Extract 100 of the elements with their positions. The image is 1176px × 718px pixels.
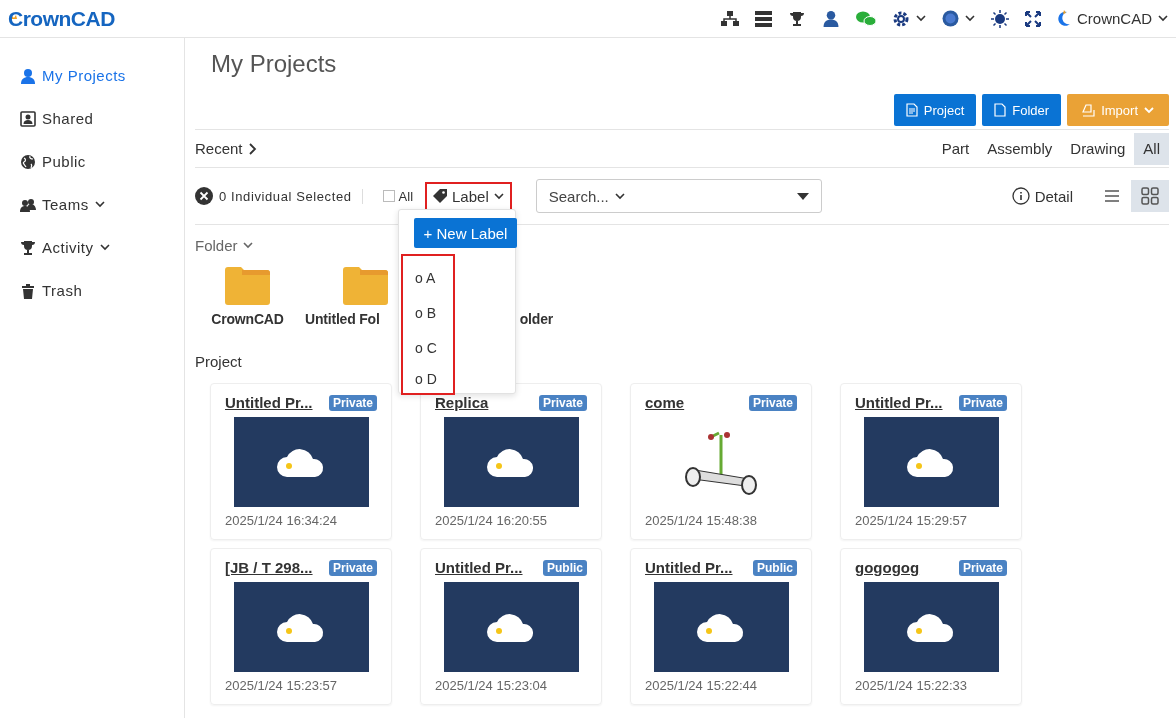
sun-icon[interactable] — [991, 9, 1009, 28]
sidebar-item[interactable]: Activity — [0, 226, 184, 269]
expand-arrows-icon[interactable] — [1025, 10, 1041, 27]
sidebar-item[interactable]: My Projects — [0, 54, 184, 97]
select-all-checkbox[interactable] — [382, 190, 395, 202]
hierarchy-icon[interactable] — [721, 10, 739, 27]
project-title[interactable]: Untitled Pr... — [645, 559, 733, 576]
user-icon[interactable] — [822, 10, 840, 27]
settings-icon[interactable] — [892, 9, 910, 28]
action-button[interactable]: Folder — [982, 94, 1062, 126]
sidebar-item[interactable]: Trash — [0, 269, 184, 312]
cloud-icon — [277, 612, 325, 642]
label-option[interactable]: o C — [415, 330, 453, 365]
visibility-badge: Public — [543, 559, 587, 576]
import-icon — [1082, 103, 1096, 117]
project-title[interactable]: gogogog — [855, 559, 920, 576]
caret-icon — [965, 15, 975, 22]
action-button[interactable]: Project — [893, 94, 977, 126]
list-stack-icon[interactable] — [755, 10, 772, 27]
project-date: 2025/1/24 15:29:57 — [855, 513, 968, 528]
cloud-icon — [487, 447, 535, 477]
caret-icon — [242, 241, 253, 249]
grid-view-button[interactable] — [1131, 180, 1169, 212]
clear-selection-icon[interactable] — [195, 187, 213, 205]
project-card[interactable]: Replica Private 2025/1/24 16:20:55 — [420, 383, 602, 540]
selection-count: 0 Individual Selected — [219, 188, 363, 204]
document-icon — [905, 103, 918, 117]
label-option[interactable]: o A — [415, 260, 453, 295]
grid-squares-icon — [1141, 187, 1159, 205]
cloud-icon — [907, 447, 955, 477]
info-icon — [1011, 187, 1030, 205]
people-icon — [20, 196, 36, 213]
caret-icon — [614, 192, 625, 200]
blank-page-icon — [994, 103, 1007, 117]
visibility-badge: Private — [748, 394, 797, 411]
project-title[interactable]: Untitled Pr... — [855, 394, 943, 411]
list-lines-icon — [1105, 190, 1119, 202]
project-card[interactable]: Untitled Pr... Public 2025/1/24 15:23:04 — [420, 548, 602, 705]
caret-icon — [1144, 106, 1154, 114]
project-title[interactable]: Untitled Pr... — [435, 559, 523, 576]
project-card[interactable]: Untitled Pr... Private 2025/1/24 15:29:57 — [840, 383, 1022, 540]
recent-link[interactable]: Recent — [195, 140, 257, 157]
caret-icon — [493, 192, 504, 200]
new-label-button[interactable]: + New Label — [414, 218, 517, 248]
page-title: My Projects — [211, 50, 338, 79]
caret-icon — [916, 15, 926, 22]
project-date: 2025/1/24 15:23:04 — [435, 678, 548, 693]
cloud-icon — [487, 612, 535, 642]
project-date: 2025/1/24 15:22:33 — [855, 678, 968, 693]
type-filter-tab[interactable]: Assembly — [978, 132, 1062, 165]
project-date: 2025/1/24 15:48:38 — [645, 513, 758, 528]
contact-card-icon — [20, 110, 36, 127]
folder-item[interactable]: CrownCAD — [190, 267, 305, 327]
project-date: 2025/1/24 15:22:44 — [645, 678, 758, 693]
user-icon — [20, 67, 36, 84]
checkbox-label: All — [398, 188, 414, 204]
sidebar-item[interactable]: Shared — [0, 97, 184, 140]
project-card[interactable]: Untitled Pr... Private 2025/1/24 16:34:24 — [210, 383, 392, 540]
globe-icon — [20, 153, 36, 170]
folder-icon — [343, 267, 388, 305]
detail-button[interactable]: Detail — [1011, 187, 1073, 205]
trash-icon — [20, 282, 36, 299]
visibility-badge: Private — [538, 394, 587, 411]
visibility-badge: Private — [328, 559, 377, 576]
project-date: 2025/1/24 16:20:55 — [435, 513, 548, 528]
visibility-badge: Private — [958, 559, 1007, 576]
project-date: 2025/1/24 15:23:57 — [225, 678, 338, 693]
chevron-right-icon — [248, 142, 257, 155]
logo[interactable]: CrownCAD — [8, 6, 115, 31]
visibility-badge: Public — [753, 559, 797, 576]
tag-icon — [433, 189, 448, 203]
type-filter-tab[interactable]: Drawing — [1061, 132, 1135, 165]
cloud-icon — [697, 612, 745, 642]
cloud-icon — [277, 447, 325, 477]
user-name[interactable]: CrownCAD — [1077, 10, 1152, 27]
label-option[interactable]: o B — [415, 295, 453, 330]
dropdown-triangle-icon — [796, 192, 809, 200]
project-title[interactable]: Replica — [435, 394, 489, 411]
project-date: 2025/1/24 16:34:24 — [225, 513, 338, 528]
project-card[interactable]: gogogog Private 2025/1/24 15:22:33 — [840, 548, 1022, 705]
type-filter-tab[interactable]: Part — [932, 132, 979, 165]
project-title[interactable]: Untitled Pr... — [225, 394, 313, 411]
visibility-badge: Private — [958, 394, 1007, 411]
chat-bubbles-icon[interactable] — [856, 10, 876, 27]
type-filter-tab[interactable]: All — [1134, 132, 1169, 165]
section-heading: Project — [195, 351, 242, 371]
caret-icon — [1158, 15, 1168, 22]
cloud-icon — [907, 612, 955, 642]
sidebar-item[interactable]: Public — [0, 140, 184, 183]
search-field[interactable]: Search... — [535, 179, 822, 213]
project-card[interactable]: [JB / T 298... Private 2025/1/24 15:23:57 — [210, 548, 392, 705]
visibility-badge: Private — [328, 394, 377, 411]
project-title[interactable]: come — [645, 394, 685, 411]
trophy-icon[interactable] — [788, 10, 806, 27]
project-card[interactable]: come Private 2025/1/24 15:48:38 — [630, 383, 812, 540]
trophy-icon — [20, 239, 36, 256]
project-card[interactable]: Untitled Pr... Public 2025/1/24 15:22:44 — [630, 548, 812, 705]
folder-icon — [225, 267, 270, 305]
sidebar-item[interactable]: Teams — [0, 183, 184, 226]
project-title[interactable]: [JB / T 298... — [225, 559, 313, 576]
